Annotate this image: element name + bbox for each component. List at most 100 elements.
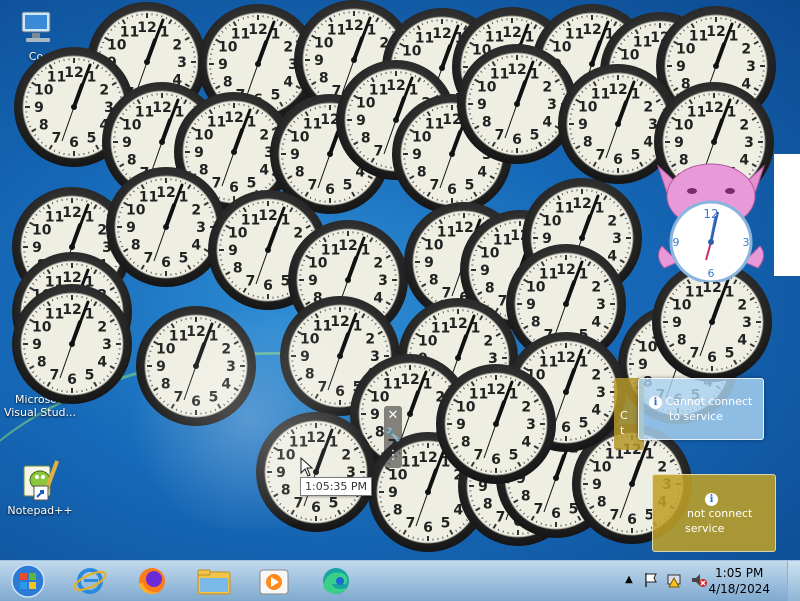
svg-text:9: 9	[194, 145, 204, 161]
svg-text:11: 11	[231, 27, 250, 43]
svg-text:11: 11	[47, 70, 66, 86]
svg-text:9: 9	[218, 57, 228, 73]
notepadpp-icon	[18, 458, 62, 502]
show-hidden-icons-arrow[interactable]: ▲	[620, 571, 638, 589]
svg-text:12: 12	[448, 316, 467, 332]
svg-text:11: 11	[383, 377, 402, 393]
svg-text:8: 8	[417, 165, 427, 181]
svg-text:12: 12	[556, 262, 575, 278]
svg-text:11: 11	[139, 190, 158, 206]
info-icon: i	[705, 493, 718, 506]
svg-text:12: 12	[330, 314, 349, 330]
svg-text:7: 7	[50, 367, 60, 383]
svg-text:6: 6	[335, 384, 345, 400]
svg-text:12: 12	[507, 62, 526, 78]
svg-text:9: 9	[34, 100, 44, 116]
show-desktop-button[interactable]	[787, 561, 800, 601]
svg-text:11: 11	[241, 213, 260, 229]
svg-text:11: 11	[425, 117, 444, 133]
svg-text:4: 4	[191, 238, 201, 254]
svg-text:12: 12	[704, 100, 723, 116]
svg-text:11: 11	[685, 285, 704, 301]
svg-text:3: 3	[744, 135, 754, 151]
service1-text-2: to service	[649, 410, 723, 423]
taskbar-date: 4/18/2024	[708, 581, 770, 597]
svg-text:8: 8	[531, 315, 541, 331]
svg-text:12: 12	[702, 280, 721, 296]
media-player-icon[interactable]	[246, 564, 302, 598]
svg-text:3: 3	[346, 465, 356, 481]
svg-text:11: 11	[437, 225, 456, 241]
svg-text:5: 5	[530, 127, 540, 143]
svg-text:2: 2	[172, 38, 182, 54]
svg-text:8: 8	[233, 261, 243, 277]
svg-text:11: 11	[321, 243, 340, 259]
analog-clock-gadget[interactable]: 121234567891011	[254, 410, 378, 534]
svg-text:5: 5	[87, 130, 97, 146]
svg-text:5: 5	[631, 147, 641, 163]
settings-wrench-icon[interactable]: 🔧	[384, 426, 402, 446]
svg-text:8: 8	[677, 333, 687, 349]
file-explorer-icon[interactable]	[186, 564, 242, 598]
svg-text:2: 2	[607, 214, 617, 230]
svg-text:12: 12	[64, 65, 83, 81]
start-button[interactable]	[2, 564, 58, 598]
svg-text:11: 11	[689, 29, 708, 45]
svg-text:5: 5	[441, 515, 451, 531]
svg-text:2: 2	[521, 400, 531, 416]
svg-text:11: 11	[169, 329, 188, 345]
action-center-flag-icon[interactable]	[642, 571, 660, 589]
svg-text:9: 9	[412, 147, 422, 163]
partial-window	[774, 154, 800, 276]
svg-text:8: 8	[295, 165, 305, 181]
svg-text:4: 4	[591, 315, 601, 331]
taskbar: ▲ 1:05 PM 4/18/2024	[0, 560, 800, 601]
svg-text:3: 3	[226, 359, 236, 375]
system-clock[interactable]: 1:05 PM 4/18/2024	[708, 565, 770, 597]
svg-text:12: 12	[224, 110, 243, 126]
svg-text:5: 5	[209, 389, 219, 405]
svg-text:9: 9	[276, 465, 286, 481]
svg-text:9: 9	[480, 263, 490, 279]
close-icon[interactable]: ✕	[384, 406, 402, 426]
internet-explorer-icon[interactable]	[62, 564, 118, 598]
svg-text:4: 4	[542, 115, 552, 131]
firefox-icon[interactable]	[124, 564, 180, 598]
svg-text:11: 11	[687, 105, 706, 121]
svg-text:5: 5	[179, 250, 189, 266]
analog-clock-gadget[interactable]: 121234567891011	[134, 304, 258, 428]
svg-text:3: 3	[177, 55, 187, 71]
volume-muted-icon[interactable]	[690, 571, 708, 589]
drag-handle-icon[interactable]: ⋮	[384, 446, 402, 466]
svg-text:12: 12	[186, 324, 205, 340]
analog-clock-gadget[interactable]: 121234567891011	[434, 362, 558, 486]
svg-text:6: 6	[551, 506, 561, 522]
pink-cat-clock-gadget[interactable]: 12 6 9 3	[652, 156, 770, 282]
service-notification-1[interactable]: i Cannot connect to service	[638, 378, 764, 440]
svg-text:8: 8	[319, 71, 329, 87]
svg-text:7: 7	[690, 345, 700, 361]
svg-text:12: 12	[258, 208, 277, 224]
svg-text:9: 9	[126, 220, 136, 236]
svg-text:11: 11	[431, 321, 450, 337]
mouse-pointer-icon	[300, 457, 314, 477]
network-warning-icon[interactable]	[666, 571, 684, 589]
svg-text:12: 12	[502, 25, 521, 41]
svg-text:9: 9	[32, 337, 42, 353]
desktop: Co Microsoft Visual Stud... Notepad++ 12…	[0, 0, 800, 560]
svg-text:12: 12	[62, 205, 81, 221]
notepadpp-shortcut[interactable]: Notepad++	[0, 458, 80, 517]
analog-clock-gadget[interactable]: 121234567891011	[10, 282, 134, 406]
service2-text-2: service	[685, 522, 724, 535]
edge-icon[interactable]	[308, 564, 364, 598]
svg-text:10: 10	[156, 342, 176, 358]
svg-text:5: 5	[85, 367, 95, 383]
svg-text:11: 11	[415, 31, 434, 47]
svg-text:8: 8	[461, 435, 471, 451]
service-notification-2[interactable]: i not connect service	[652, 474, 776, 552]
svg-text:12: 12	[137, 20, 156, 36]
svg-text:8: 8	[161, 377, 171, 393]
svg-text:6: 6	[627, 512, 637, 528]
svg-text:2: 2	[483, 334, 493, 350]
clock-time-tooltip: 1:05:35 PM	[300, 477, 372, 496]
